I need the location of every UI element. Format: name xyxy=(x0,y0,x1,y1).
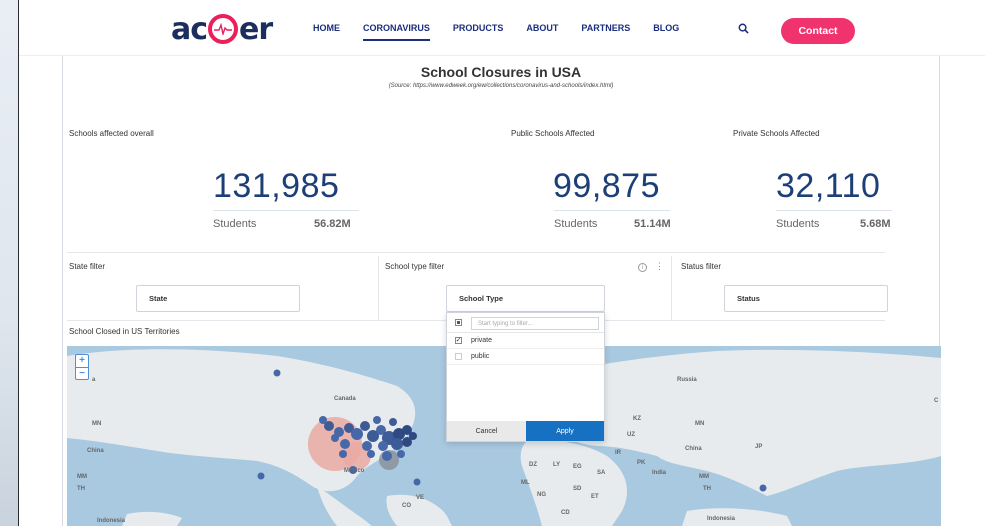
map-label-ml: ML xyxy=(521,480,530,486)
dashboard-title: School Closures in USA xyxy=(420,64,582,80)
map-label-canada: Canada xyxy=(334,396,356,402)
kpi-private-students-value: 5.68M xyxy=(860,218,891,230)
state-filter-select[interactable]: State xyxy=(136,285,300,312)
map-label-china-east: China xyxy=(685,446,702,452)
kpi-overall-students-label: Students xyxy=(213,218,257,230)
map-label-mm-west: MM xyxy=(77,474,87,480)
nav-about[interactable]: ABOUT xyxy=(526,19,558,37)
kpi-overall-students-value: 56.82M xyxy=(314,218,351,230)
logo[interactable]: ac er xyxy=(171,11,273,47)
contact-button[interactable]: Contact xyxy=(781,18,855,44)
kpi-private-value: 32,110 xyxy=(776,167,881,205)
logo-heartbeat-icon xyxy=(208,14,239,44)
state-filter-label: State filter xyxy=(69,262,106,271)
map-label-a: a xyxy=(92,377,96,383)
nav-partners[interactable]: PARTNERS xyxy=(581,19,630,37)
kpi-overall-separator xyxy=(213,210,359,211)
select-all-checkbox[interactable] xyxy=(455,319,462,326)
logo-text-right: er xyxy=(239,11,273,47)
map-label-sd: SD xyxy=(573,486,582,492)
map-label-indonesia-west: Indonesia xyxy=(97,518,126,524)
nav-products[interactable]: PRODUCTS xyxy=(453,19,504,37)
filter-divider-1 xyxy=(378,256,379,320)
map-label-indonesia-east: Indonesia xyxy=(707,516,736,522)
dashboard-panel: School Closures in USA (Source: https://… xyxy=(62,56,941,526)
kpi-private-label: Private Schools Affected xyxy=(733,129,820,138)
nav-blog[interactable]: BLOG xyxy=(653,19,679,37)
logo-text-left: ac xyxy=(171,11,208,47)
map-label-mn-west: MN xyxy=(92,421,102,427)
map-label-th-west: TH xyxy=(77,486,85,492)
search-icon[interactable] xyxy=(738,23,749,34)
map-label-eg: EG xyxy=(573,464,582,470)
map-label-et: ET xyxy=(591,494,599,500)
map-label-mexico: Mexico xyxy=(344,468,365,474)
map-label-c: C xyxy=(934,398,939,404)
map-label-china-west: China xyxy=(87,448,104,454)
map-label-jp: JP xyxy=(755,444,763,450)
left-window-edge xyxy=(0,0,18,526)
kpi-public-students-value: 51.14M xyxy=(634,218,671,230)
info-icon[interactable]: i xyxy=(638,263,647,272)
map-label-uz: UZ xyxy=(627,432,635,438)
map-label-ir: IR xyxy=(615,450,621,456)
option-private-label: private xyxy=(471,337,493,344)
option-private[interactable]: ✓ private xyxy=(447,333,604,349)
dropdown-cancel-button[interactable]: Cancel xyxy=(447,421,526,441)
dropdown-filter-input[interactable]: Start typing to filter... xyxy=(471,317,599,330)
top-navbar: ac er HOME CORONAVIRUS PRODUCTS ABOUT PA… xyxy=(19,0,985,56)
status-filter-label: Status filter xyxy=(681,262,722,271)
map-zoom-control: + − xyxy=(75,354,89,380)
map-label-mn-east: MN xyxy=(695,421,705,427)
filter-divider-2 xyxy=(671,256,672,320)
map-label-dz: DZ xyxy=(529,462,537,468)
left-window-divider xyxy=(18,0,19,526)
school-type-filter-label: School type filter xyxy=(385,262,445,271)
map-label-russia: Russia xyxy=(677,377,697,383)
more-options-icon[interactable]: ⋮ xyxy=(655,261,664,272)
map-label-ve: VE xyxy=(416,495,425,501)
option-public-label: public xyxy=(471,353,490,360)
kpi-public-separator xyxy=(554,210,670,211)
kpi-private-students-label: Students xyxy=(776,218,820,230)
map-title: School Closed in US Territories xyxy=(69,327,180,336)
checkbox-private[interactable]: ✓ xyxy=(455,337,462,344)
checkbox-public[interactable] xyxy=(455,353,462,360)
kpi-overall-label: Schools affected overall xyxy=(69,129,154,138)
map-label-cd: CD xyxy=(561,510,570,516)
map-label-kz: KZ xyxy=(633,416,641,422)
map-label-ly: LY xyxy=(553,462,561,468)
kpi-filters-divider xyxy=(67,252,885,253)
nav-home[interactable]: HOME xyxy=(313,19,340,37)
kpi-public-value: 99,875 xyxy=(553,167,660,205)
option-public[interactable]: public xyxy=(447,349,604,365)
kpi-overall-value: 131,985 xyxy=(213,167,340,205)
map-label-mm-east: MM xyxy=(699,474,709,480)
map-label-ng: NG xyxy=(537,492,546,498)
kpi-private-separator xyxy=(776,210,892,211)
dashboard-source: (Source: https://www.edweek.org/ew/colle… xyxy=(388,83,614,89)
map-label-th-east: TH xyxy=(703,486,711,492)
zoom-in-button[interactable]: + xyxy=(76,355,88,367)
map-label-india: India xyxy=(652,470,667,476)
map-label-sa: SA xyxy=(597,470,606,476)
kpi-public-students-label: Students xyxy=(554,218,598,230)
school-type-dropdown: Start typing to filter... ✓ private publ… xyxy=(446,312,605,442)
kpi-public-label: Public Schools Affected xyxy=(511,129,595,138)
dropdown-apply-button[interactable]: Apply xyxy=(526,421,604,441)
nav-coronavirus[interactable]: CORONAVIRUS xyxy=(363,19,430,41)
status-filter-select[interactable]: Status xyxy=(724,285,888,312)
map-label-pk: PK xyxy=(637,460,646,466)
map-label-co: CO xyxy=(402,503,411,509)
nav-links: HOME CORONAVIRUS PRODUCTS ABOUT PARTNERS… xyxy=(313,0,702,56)
school-type-filter-select[interactable]: School Type xyxy=(446,285,605,312)
zoom-out-button[interactable]: − xyxy=(76,368,88,380)
